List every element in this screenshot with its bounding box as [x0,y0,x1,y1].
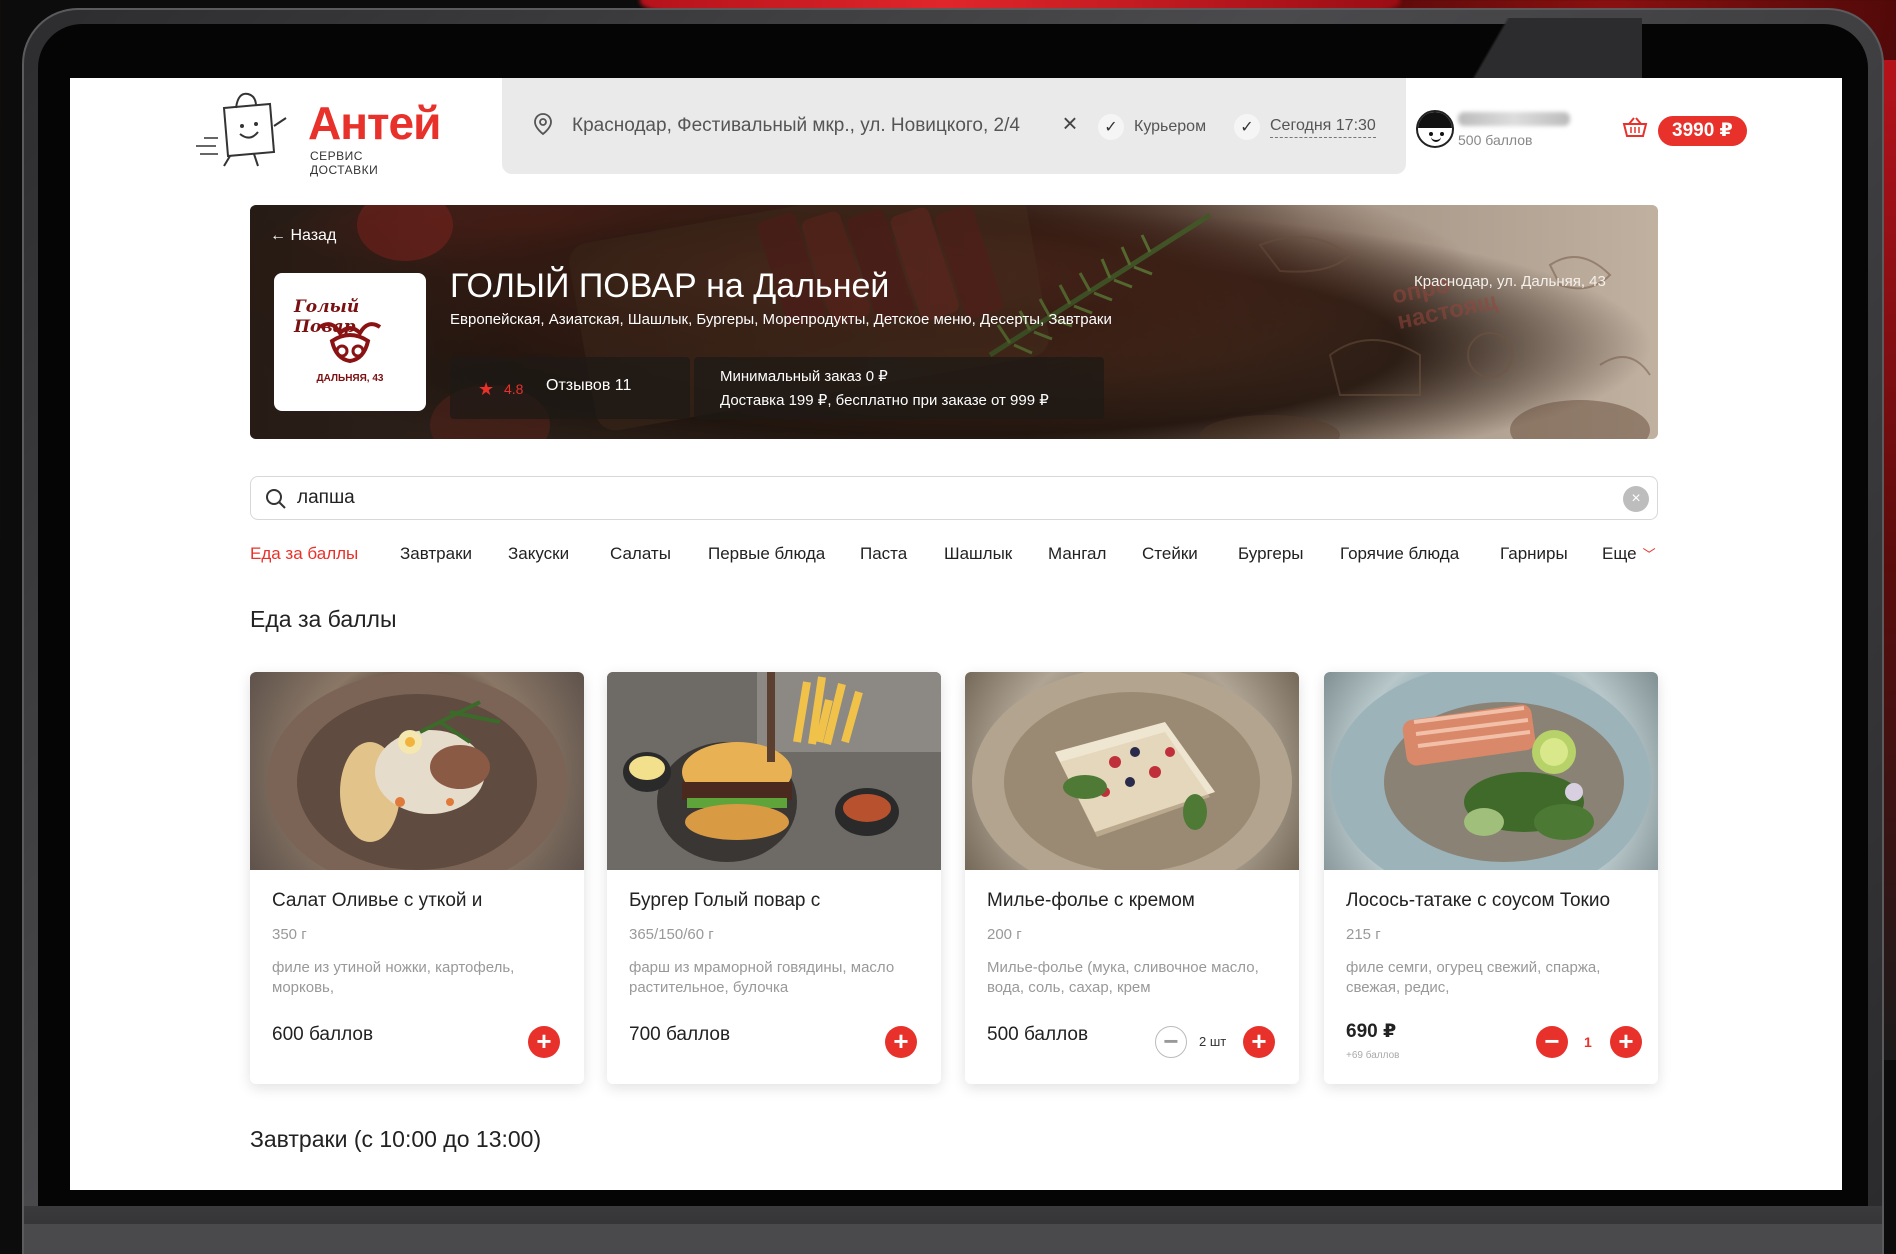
delivery-time-option[interactable]: ✓ Сегодня 17:30 [1234,114,1376,140]
search-icon [266,489,286,509]
product-card[interactable]: Милье-фолье с кремом 200 г Мильe-фолье (… [965,672,1299,1084]
product-description: филе семги, огурец свежий, спаржа, свежа… [1346,959,1601,996]
star-icon: ★ [478,379,495,399]
search-input[interactable] [297,483,1597,513]
product-photo [250,672,584,870]
product-card[interactable]: Бургер Голый повар с 365/150/60 г фарш и… [607,672,941,1084]
category-tab[interactable]: Завтраки [400,544,472,564]
product-description: Мильe-фолье (мука, сливочное масло, вода… [987,959,1259,996]
product-description: филе из утиной ножки, картофель, морковь… [272,959,515,996]
brand-name: Антей [308,97,441,149]
delivery-time-label: Сегодня 17:30 [1270,117,1376,138]
restaurant-logo: Голый Повар ДАЛЬНЯЯ, 43 [274,273,426,411]
section-title: Завтраки (с 10:00 до 13:00) [250,1126,542,1152]
restaurant-title: ГОЛЫЙ ПОВАР на Дальней [450,267,890,305]
restaurant-logo-caption: ДАЛЬНЯЯ, 43 [316,373,384,384]
bull-logo-icon [318,322,382,364]
decrease-quantity-button[interactable]: − [1536,1026,1568,1058]
delivery-bar: Краснодар, Фестивальный мкр., ул. Новицк… [502,78,1406,174]
delivery-info-box: Минимальный заказ 0 ₽ Доставка 199 ₽, бе… [694,357,1104,419]
check-icon: ✓ [1098,114,1124,140]
cart-total-badge[interactable]: 3990 ₽ [1658,116,1747,146]
avatar [1416,110,1454,148]
product-name: Бургер Голый повар с [629,890,821,911]
product-card[interactable]: Лосось-татаке с соусом Токио 215 г филе … [1324,672,1658,1084]
back-link[interactable]: ← Назад [270,227,336,245]
product-price: 600 баллов [272,1024,374,1045]
location-pin-icon [534,113,552,136]
delivery-cost: Доставка 199 ₽, бесплатно при заказе от … [720,392,1049,409]
product-photo [607,672,941,870]
min-order: Минимальный заказ 0 ₽ [720,368,888,385]
product-weight: 200 г [987,926,1022,943]
product-name: Милье-фолье с кремом [987,890,1195,911]
product-description: фарш из мраморной говядины, масло растит… [629,959,895,996]
decrease-quantity-button[interactable]: − [1155,1026,1187,1058]
delivery-mode-option[interactable]: ✓ Курьером [1098,114,1206,140]
section-title: Еда за баллы [250,606,397,632]
delivery-address[interactable]: Краснодар, Фестивальный мкр., ул. Новицк… [572,115,1020,137]
product-price: 500 баллов [987,1024,1089,1045]
user-profile[interactable]: 500 баллов [1416,110,1576,160]
clear-icon[interactable]: × [1623,486,1649,512]
add-to-cart-button[interactable]: + [528,1026,560,1058]
product-weight: 215 г [1346,926,1381,943]
product-weight: 365/150/60 г [629,926,714,943]
restaurant-address: Краснодар, ул. Дальняя, 43 [1414,273,1606,290]
rating-box[interactable]: ★ 4.8 Отзывов 11 [450,357,690,419]
check-icon: ✓ [1234,114,1260,140]
category-tab[interactable]: Закуски [508,544,569,564]
product-quantity: 1 [1584,1034,1592,1050]
increase-quantity-button[interactable]: + [1243,1026,1275,1058]
more-label: Еще [1602,544,1637,563]
clear-address-icon[interactable]: × [1058,108,1082,139]
category-tab[interactable]: Гарниры [1500,544,1568,564]
category-nav: Еда за баллы Завтраки Закуски Салаты Пер… [250,544,1660,570]
category-tab[interactable]: Бургеры [1238,544,1304,564]
increase-quantity-button[interactable]: + [1610,1026,1642,1058]
product-price: 690 ₽ [1346,1021,1397,1042]
product-photo [965,672,1299,870]
category-tab[interactable]: Салаты [610,544,671,564]
shopping-bag-mascot-icon [196,92,287,167]
restaurant-banner: опро настоящ ← Назад Голый Повар ДАЛЬНЯЯ… [250,205,1658,439]
category-tab[interactable]: Еда за баллы [250,544,358,564]
product-weight: 350 г [272,926,307,943]
basket-icon[interactable] [1622,116,1648,138]
product-card[interactable]: Салат Оливье с уткой и 350 г филе из ути… [250,672,584,1084]
delivery-mode-label: Курьером [1134,118,1207,135]
user-points: 500 баллов [1458,132,1533,148]
reviews-count: Отзывов 11 [546,377,632,394]
user-phone-blurred [1458,112,1570,126]
product-name: Лосось-татаке с соусом Токио [1346,890,1611,911]
brand-subtitle: СЕРВИС ДОСТАВКИ [310,149,379,177]
menu-search: × [250,476,1658,520]
more-categories[interactable]: Еще ﹀ [1602,544,1656,564]
add-to-cart-button[interactable]: + [885,1026,917,1058]
product-name: Салат Оливье с уткой и [272,890,483,911]
category-tab[interactable]: Горячие блюда [1340,544,1459,564]
category-tab[interactable]: Стейки [1142,544,1198,564]
category-tab[interactable]: Паста [860,544,907,564]
app-screen: Антей СЕРВИС ДОСТАВКИ Краснодар, Фестива… [70,78,1842,1190]
category-tab[interactable]: Шашлык [944,544,1012,564]
category-tab[interactable]: Первые блюда [708,544,825,564]
product-photo [1324,672,1658,870]
chevron-down-icon: ﹀ [1642,547,1656,562]
product-price: 700 баллов [629,1024,731,1045]
site-header: Антей СЕРВИС ДОСТАВКИ Краснодар, Фестива… [70,78,1842,178]
rating-value: 4.8 [504,381,524,397]
category-tab[interactable]: Мангал [1048,544,1106,564]
brand-logo[interactable]: Антей СЕРВИС ДОСТАВКИ [194,86,441,177]
product-quantity: 2 шт [1199,1034,1227,1049]
laptop-base-edge [24,1224,1882,1254]
restaurant-cuisines: Европейская, Азиатская, Шашлык, Бургеры,… [450,311,1112,328]
bonus-points: +69 баллов [1346,1050,1400,1061]
